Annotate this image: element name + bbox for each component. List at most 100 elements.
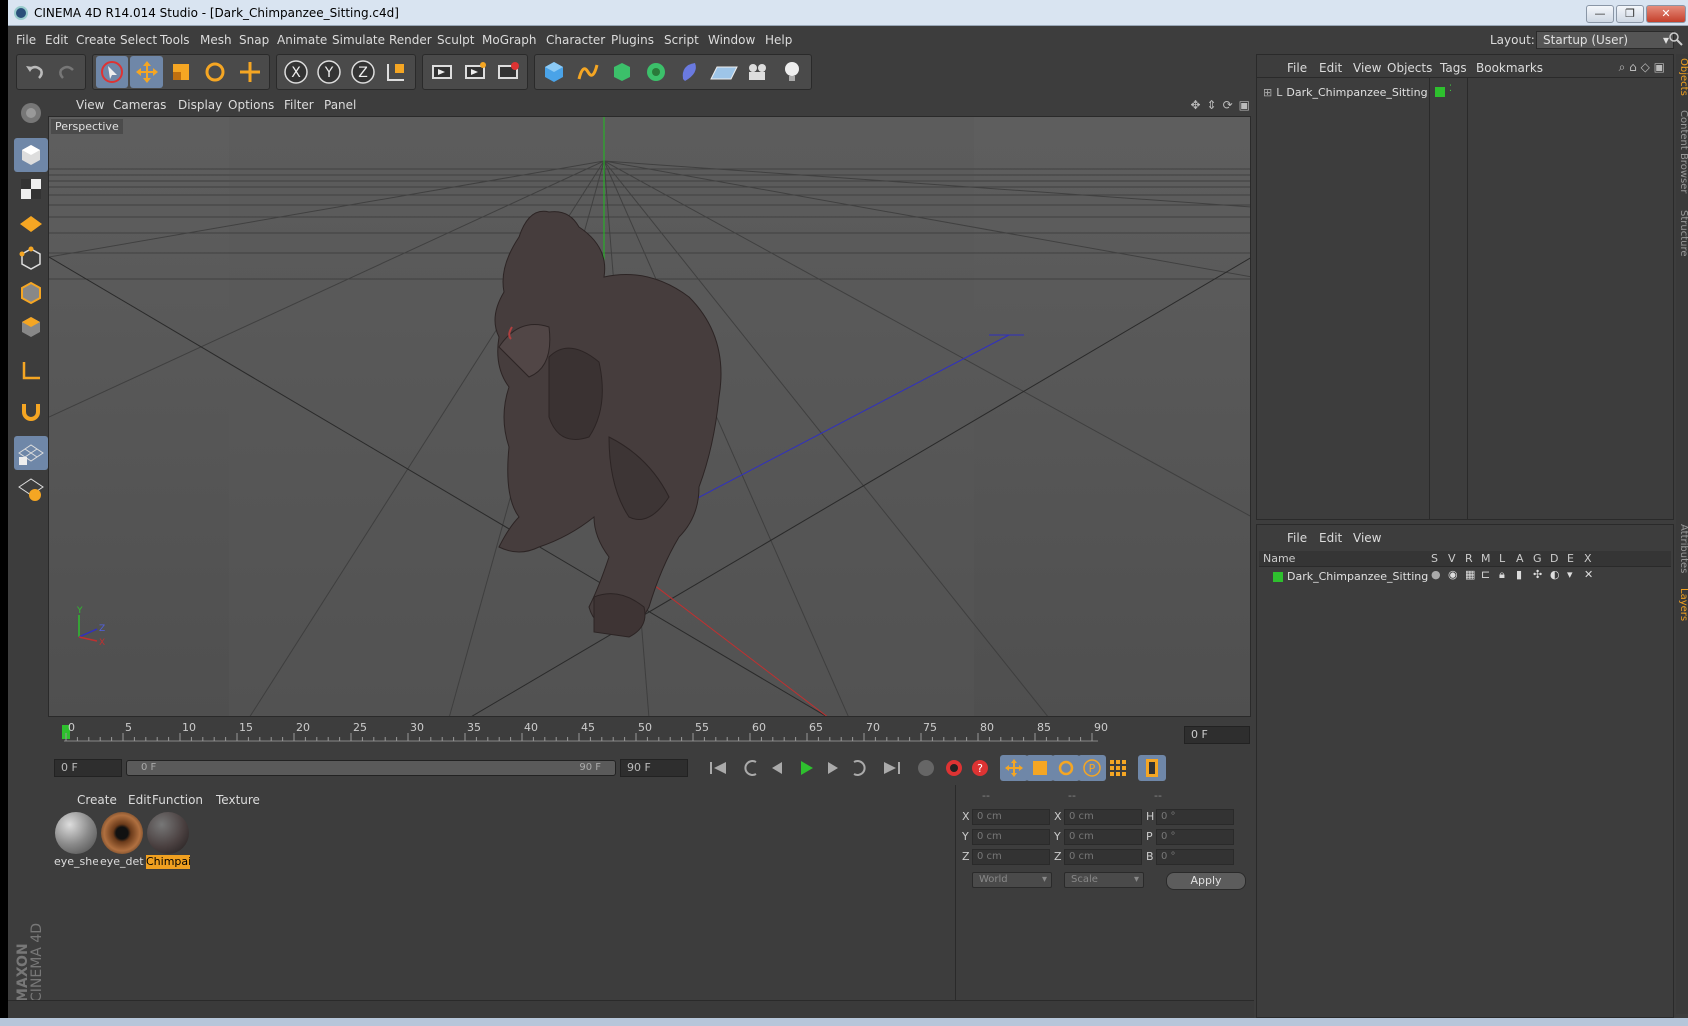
material-menu-function[interactable]: Function (152, 793, 203, 807)
layout-select[interactable]: Startup (User) (1536, 31, 1674, 49)
x-axis-lock-icon[interactable]: X (280, 56, 312, 88)
key-scale-icon[interactable] (1026, 755, 1054, 781)
viewport-menu-panel[interactable]: Panel (324, 98, 356, 112)
menu-render[interactable]: Render (389, 33, 432, 47)
orbit-view-icon[interactable]: ⟳ (1223, 98, 1233, 112)
visibility-dots-icon[interactable]: ⁚ (1449, 84, 1452, 94)
menu-edit[interactable]: Edit (45, 33, 68, 47)
axis-mode-icon[interactable] (14, 354, 48, 388)
render-view-icon[interactable] (426, 56, 457, 88)
layer-solo-icon[interactable]: ● (1431, 568, 1441, 581)
expand-icon[interactable]: ⊞ (1263, 86, 1272, 99)
material-eye-shell[interactable]: eye_she (54, 811, 98, 871)
viewport-menu-view[interactable]: View (76, 98, 104, 112)
layer-visible-icon[interactable]: ◉ (1448, 568, 1458, 581)
material-menu-texture[interactable]: Texture (216, 793, 260, 807)
menu-sculpt[interactable]: Sculpt (437, 33, 474, 47)
edges-mode-icon[interactable] (14, 276, 48, 310)
y-axis-lock-icon[interactable]: Y (314, 56, 346, 88)
recent-tool-icon[interactable] (234, 56, 266, 88)
tab-content-browser[interactable]: Content Browser (1678, 110, 1688, 193)
layer-deformers-icon[interactable]: ◐ (1550, 568, 1560, 581)
tab-attributes[interactable]: Attributes (1678, 524, 1688, 573)
play-icon[interactable] (792, 755, 820, 781)
workplane-mode-icon[interactable] (14, 206, 48, 240)
material-menu-create[interactable]: Create (77, 793, 117, 807)
deformer-icon[interactable] (674, 56, 706, 88)
layer-expressions-icon[interactable]: ▾ (1567, 568, 1573, 581)
viewport-menu-cameras[interactable]: Cameras (113, 98, 166, 112)
object-row[interactable]: ⊞ L Dark_Chimpanzee_Sitting ⁚ (1263, 83, 1452, 101)
timeline-ruler[interactable]: 0 5 10 15 20 25 30 35 40 45 50 55 60 65 70 75 80 85 90 0 F (48, 717, 1254, 751)
menu-mograph[interactable]: MoGraph (482, 33, 537, 47)
layers-menu-view[interactable]: View (1353, 531, 1381, 545)
coordinate-system-icon[interactable] (381, 56, 413, 88)
perspective-viewport[interactable]: Y X Z Perspective (48, 116, 1251, 717)
layers-menu-file[interactable]: File (1287, 531, 1307, 545)
layer-lock-icon[interactable]: 🔒︎ (1499, 568, 1505, 582)
layer-color-icon[interactable] (1273, 572, 1283, 582)
undo-icon[interactable] (20, 56, 50, 88)
end-frame-field[interactable]: 90 F (620, 759, 688, 777)
material-menu-edit[interactable]: Edit (128, 793, 151, 807)
layer-xref-icon[interactable]: ✕ (1584, 568, 1593, 581)
rotation-p-field[interactable]: 0 ° (1156, 829, 1234, 845)
layer-name[interactable]: Dark_Chimpanzee_Sitting (1287, 570, 1428, 583)
previous-keyframe-icon[interactable] (738, 755, 766, 781)
viewport-menu-display[interactable]: Display (178, 98, 222, 112)
layers-menu-edit[interactable]: Edit (1319, 531, 1342, 545)
redo-icon[interactable] (52, 56, 82, 88)
objects-menu-tags[interactable]: Tags (1440, 61, 1467, 75)
cube-primitive-icon[interactable] (538, 56, 570, 88)
z-axis-lock-icon[interactable]: Z (347, 56, 379, 88)
key-point-level-icon[interactable] (1104, 755, 1132, 781)
spline-icon[interactable] (572, 56, 604, 88)
layer-row[interactable]: Dark_Chimpanzee_Sitting ● ◉ ▦ ⊏ 🔒︎ ▮ ✣ ◐… (1259, 568, 1671, 586)
layer-animation-icon[interactable]: ▮ (1516, 568, 1522, 581)
menu-tools[interactable]: Tools (160, 33, 190, 47)
make-editable-icon[interactable] (14, 96, 48, 130)
size-mode-dropdown[interactable]: Scale (1064, 872, 1144, 888)
autokey-icon[interactable]: ? (966, 755, 994, 781)
maximize-button[interactable]: ❐ (1616, 5, 1644, 23)
menu-select[interactable]: Select (120, 33, 157, 47)
next-frame-icon[interactable] (818, 755, 846, 781)
viewport-menu-filter[interactable]: Filter (284, 98, 314, 112)
object-manager-nav-icons[interactable]: ⌕ ⌂ ◇ ▣ (1619, 60, 1665, 75)
next-keyframe-icon[interactable] (844, 755, 872, 781)
coordinate-space-dropdown[interactable]: World (972, 872, 1052, 888)
maximize-view-icon[interactable]: ▣ (1239, 98, 1250, 112)
menu-help[interactable]: Help (765, 33, 792, 47)
material-eye-detail[interactable]: eye_deti (100, 811, 144, 871)
menu-create[interactable]: Create (76, 33, 116, 47)
snap-grid-lock-icon[interactable] (14, 436, 48, 470)
objects-menu-edit[interactable]: Edit (1319, 61, 1342, 75)
magnet-tweak-icon[interactable] (14, 394, 48, 428)
points-mode-icon[interactable] (14, 242, 48, 276)
position-y-field[interactable]: 0 cm (972, 829, 1050, 845)
goto-end-icon[interactable] (878, 755, 906, 781)
key-rotation-icon[interactable] (1052, 755, 1080, 781)
viewport-menu-options[interactable]: Options (228, 98, 274, 112)
goto-start-icon[interactable] (704, 755, 732, 781)
nurbs-icon[interactable] (606, 56, 638, 88)
size-x-field[interactable]: 0 cm (1064, 809, 1142, 825)
previous-frame-icon[interactable] (764, 755, 792, 781)
layer-render-icon[interactable]: ▦ (1465, 568, 1475, 581)
layer-manager-icon[interactable]: ⊏ (1481, 568, 1490, 581)
light-icon[interactable] (776, 56, 808, 88)
rotate-tool-icon[interactable] (199, 56, 231, 88)
menu-plugins[interactable]: Plugins (611, 33, 654, 47)
record-keys-disabled-icon[interactable] (912, 755, 940, 781)
objects-menu-bookmarks[interactable]: Bookmarks (1476, 61, 1543, 75)
object-name[interactable]: Dark_Chimpanzee_Sitting (1286, 86, 1427, 99)
render-picture-viewer-icon[interactable] (459, 56, 490, 88)
floor-icon[interactable] (708, 56, 740, 88)
dolly-view-icon[interactable]: ⇕ (1207, 98, 1217, 112)
key-position-icon[interactable] (1000, 755, 1028, 781)
start-frame-field[interactable]: 0 F (54, 759, 122, 777)
frame-range-slider[interactable]: 0 F 90 F (126, 760, 616, 776)
record-active-icon[interactable] (940, 755, 968, 781)
snap-settings-icon[interactable] (14, 472, 48, 506)
array-icon[interactable] (640, 56, 672, 88)
